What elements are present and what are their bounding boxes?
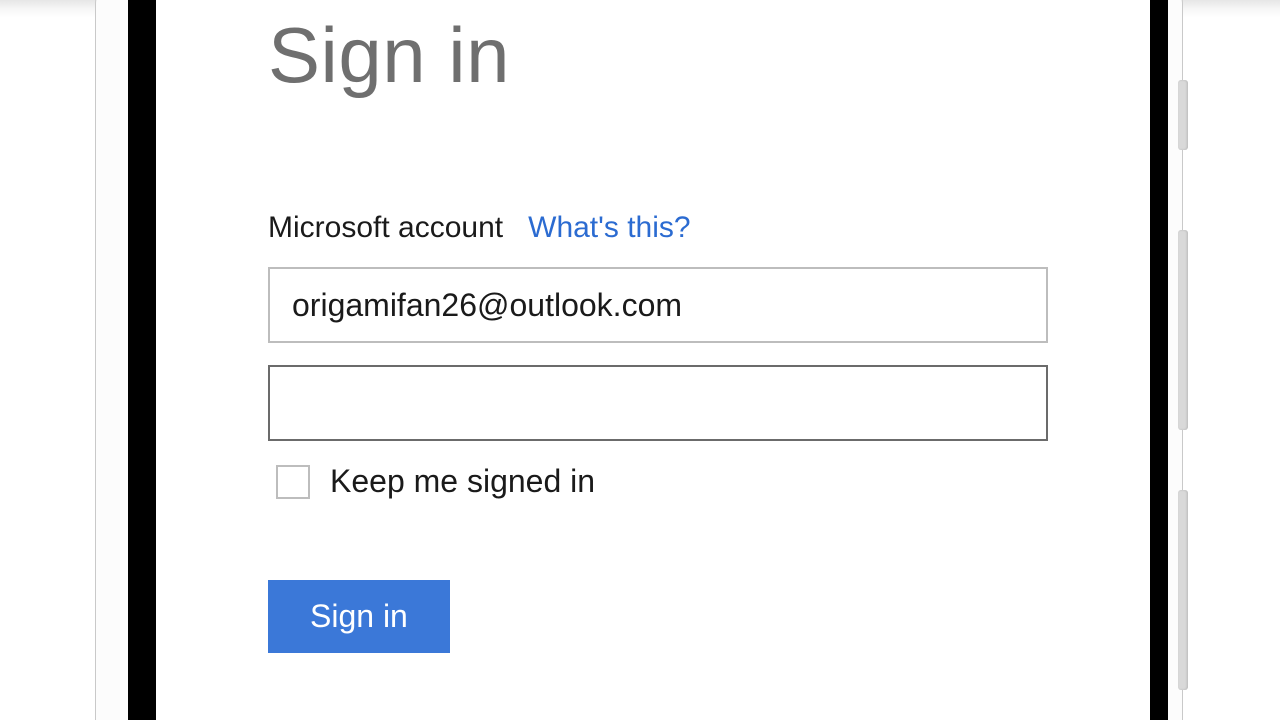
checkbox-icon [276, 465, 310, 499]
account-label-row: Microsoft account What's this? [268, 211, 1048, 245]
device-side-button [1178, 230, 1188, 430]
account-type-label: Microsoft account [268, 211, 503, 244]
signin-button[interactable]: Sign in [268, 580, 450, 653]
email-field[interactable] [268, 267, 1048, 343]
device-side-button [1178, 80, 1188, 150]
keep-signed-in-checkbox[interactable]: Keep me signed in [268, 463, 595, 500]
page-title: Sign in [268, 10, 1048, 101]
password-field[interactable] [268, 365, 1048, 441]
keep-signed-in-label: Keep me signed in [330, 463, 595, 500]
whats-this-link[interactable]: What's this? [528, 211, 690, 244]
signin-form: Sign in Microsoft account What's this? K… [268, 0, 1048, 653]
device-side-button [1178, 490, 1188, 690]
